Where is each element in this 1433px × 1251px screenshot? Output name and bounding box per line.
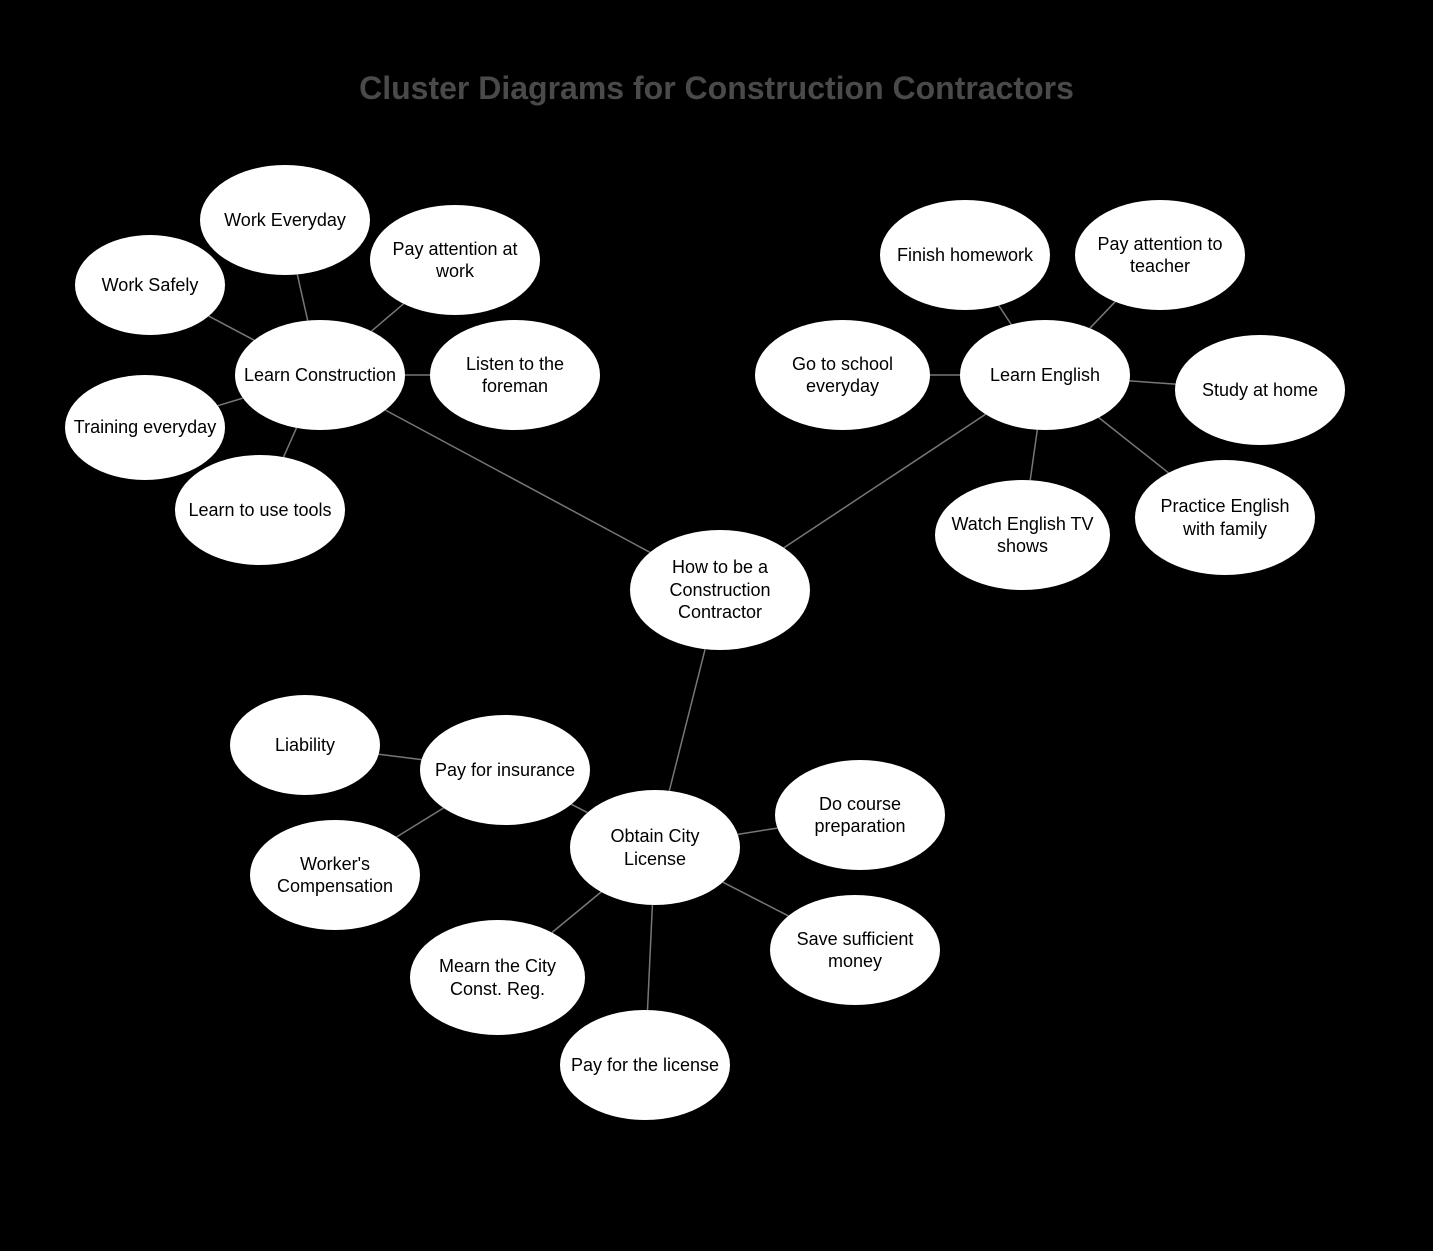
node-label: Listen to the foreman	[438, 353, 592, 398]
node-label: Practice English with family	[1143, 495, 1307, 540]
node-learnTools: Learn to use tools	[175, 455, 345, 565]
node-practiceFamily: Practice English with family	[1135, 460, 1315, 575]
edge-payInsurance-liability	[379, 754, 422, 759]
node-liability: Liability	[230, 695, 380, 795]
node-listenForeman: Listen to the foreman	[430, 320, 600, 430]
edge-obtainLicense-payInsurance	[571, 804, 587, 812]
edge-obtainLicense-mearnReg	[552, 892, 601, 933]
node-label: Watch English TV shows	[943, 513, 1102, 558]
node-learnConstruction: Learn Construction	[235, 320, 405, 430]
edge-learnConstruction-workEveryday	[297, 274, 307, 320]
node-label: Pay attention at work	[378, 238, 532, 283]
diagram-canvas: Cluster Diagrams for Construction Contra…	[0, 0, 1433, 1251]
edge-learnEnglish-practiceFamily	[1099, 418, 1169, 473]
node-label: Liability	[275, 734, 335, 757]
node-workEveryday: Work Everyday	[200, 165, 370, 275]
node-watchTV: Watch English TV shows	[935, 480, 1110, 590]
node-label: Go to school everyday	[763, 353, 922, 398]
node-coursePrep: Do course preparation	[775, 760, 945, 870]
node-trainingEveryday: Training everyday	[65, 375, 225, 480]
node-center: How to be a Construction Contractor	[630, 530, 810, 650]
edge-learnEnglish-finishHW	[999, 306, 1012, 325]
node-finishHW: Finish homework	[880, 200, 1050, 310]
node-obtainLicense: Obtain City License	[570, 790, 740, 905]
edge-obtainLicense-saveMoney	[723, 882, 789, 916]
node-payLicense: Pay for the license	[560, 1010, 730, 1120]
node-workersComp: Worker's Compensation	[250, 820, 420, 930]
edge-learnConstruction-workSafely	[209, 316, 255, 340]
node-payInsurance: Pay for insurance	[420, 715, 590, 825]
edge-obtainLicense-coursePrep	[738, 828, 778, 834]
node-label: Study at home	[1202, 379, 1318, 402]
node-label: Learn to use tools	[188, 499, 331, 522]
node-saveMoney: Save sufficient money	[770, 895, 940, 1005]
node-label: Learn English	[990, 364, 1100, 387]
node-studyHome: Study at home	[1175, 335, 1345, 445]
edge-obtainLicense-payLicense	[648, 905, 653, 1010]
node-label: How to be a Construction Contractor	[638, 556, 802, 624]
edge-learnEnglish-payTeacher	[1090, 302, 1115, 329]
edge-learnEnglish-studyHome	[1130, 381, 1176, 384]
node-label: Pay for insurance	[435, 759, 575, 782]
node-label: Do course preparation	[783, 793, 937, 838]
node-goSchool: Go to school everyday	[755, 320, 930, 430]
edge-center-obtainLicense	[669, 649, 705, 791]
node-label: Training everyday	[74, 416, 216, 439]
edge-learnConstruction-paywork	[371, 304, 403, 331]
node-label: Save sufficient money	[778, 928, 932, 973]
edge-learnEnglish-watchTV	[1030, 430, 1037, 480]
edge-payInsurance-workersComp	[397, 808, 444, 837]
node-label: Finish homework	[897, 244, 1033, 267]
edge-center-learnConstruction	[385, 410, 650, 552]
node-label: Work Safely	[102, 274, 199, 297]
edge-learnConstruction-trainingEveryday	[218, 398, 243, 406]
node-workSafely: Work Safely	[75, 235, 225, 335]
node-paywork: Pay attention at work	[370, 205, 540, 315]
node-label: Pay attention to teacher	[1083, 233, 1237, 278]
edge-learnConstruction-learnTools	[284, 428, 297, 457]
node-learnEnglish: Learn English	[960, 320, 1130, 430]
node-label: Pay for the license	[571, 1054, 719, 1077]
node-label: Mearn the City Const. Reg.	[418, 955, 577, 1000]
node-label: Learn Construction	[244, 364, 396, 387]
node-label: Obtain City License	[578, 825, 732, 870]
node-payTeacher: Pay attention to teacher	[1075, 200, 1245, 310]
node-label: Work Everyday	[224, 209, 346, 232]
node-mearnReg: Mearn the City Const. Reg.	[410, 920, 585, 1035]
node-label: Worker's Compensation	[258, 853, 412, 898]
